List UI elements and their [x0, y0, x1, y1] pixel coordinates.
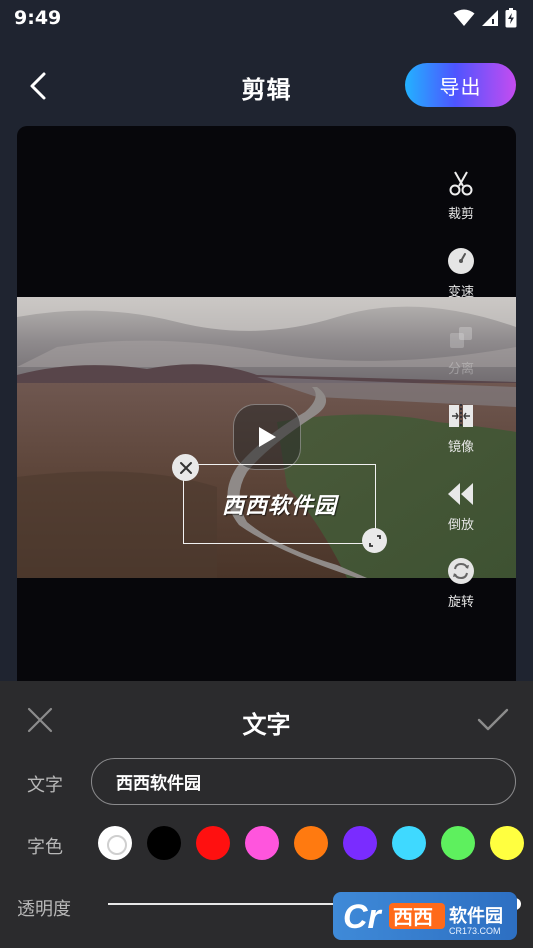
- resize-icon: [368, 534, 381, 547]
- tool-label: 镜像: [447, 440, 474, 455]
- header: 剪辑 导出: [0, 58, 533, 114]
- wifi-icon: [453, 9, 475, 26]
- export-button[interactable]: 导出: [405, 63, 516, 107]
- svg-text:西西: 西西: [393, 905, 433, 929]
- split-icon: [446, 323, 476, 353]
- panel-confirm-button[interactable]: [476, 705, 510, 735]
- tool-label: 分离: [447, 362, 474, 377]
- play-button[interactable]: [233, 404, 301, 470]
- color-swatch-1[interactable]: [147, 826, 181, 860]
- tool-split[interactable]: 分离: [440, 323, 482, 377]
- svg-text:软件园: 软件园: [449, 905, 503, 927]
- svg-text:CR173.COM: CR173.COM: [449, 926, 501, 936]
- scissors-icon: [446, 168, 476, 198]
- tool-label: 旋转: [447, 595, 474, 610]
- color-swatch-0[interactable]: [98, 826, 132, 860]
- tool-rotate[interactable]: 旋转: [440, 556, 482, 610]
- color-swatch-8[interactable]: [490, 826, 524, 860]
- resize-text-handle[interactable]: [362, 528, 387, 553]
- rotate-icon: [446, 556, 476, 586]
- watermark-logo: Cr 西西 软件园 CR173.COM: [333, 892, 517, 940]
- status-icons: [453, 8, 517, 28]
- watermark-image: Cr 西西 软件园 CR173.COM: [343, 898, 503, 936]
- color-swatch-5[interactable]: [343, 826, 377, 860]
- close-icon: [179, 461, 192, 474]
- panel-title: 文字: [242, 711, 291, 739]
- color-label: 字色: [27, 837, 63, 858]
- speed-dial-icon: [446, 246, 476, 276]
- color-swatch-4[interactable]: [294, 826, 328, 860]
- tool-label: 变速: [447, 285, 474, 300]
- tool-label: 裁剪: [447, 207, 474, 222]
- cell-signal-icon: [482, 10, 498, 26]
- color-swatches: [98, 826, 524, 860]
- check-icon: [477, 708, 509, 731]
- opacity-label: 透明度: [17, 899, 71, 920]
- remove-text-button[interactable]: [172, 454, 199, 481]
- battery-charging-icon: [505, 8, 517, 28]
- play-icon: [259, 427, 276, 447]
- svg-text:Cr: Cr: [343, 898, 383, 936]
- status-time: 9:49: [14, 7, 62, 29]
- text-label: 文字: [27, 775, 63, 796]
- mirror-icon: [446, 401, 476, 431]
- status-bar: 9:49: [0, 0, 533, 36]
- tool-crop[interactable]: 裁剪: [440, 168, 482, 222]
- color-swatch-7[interactable]: [441, 826, 475, 860]
- tool-reverse[interactable]: 倒放: [440, 479, 482, 533]
- tool-label: 倒放: [447, 518, 474, 533]
- color-swatch-2[interactable]: [196, 826, 230, 860]
- text-overlay-box[interactable]: 西西软件园: [183, 464, 376, 544]
- rewind-icon: [446, 479, 476, 509]
- text-input[interactable]: [91, 758, 516, 805]
- color-swatch-3[interactable]: [245, 826, 279, 860]
- color-swatch-6[interactable]: [392, 826, 426, 860]
- overlay-text: 西西软件园: [221, 494, 337, 519]
- tool-speed[interactable]: 变速: [440, 246, 482, 300]
- tool-mirror[interactable]: 镜像: [440, 401, 482, 455]
